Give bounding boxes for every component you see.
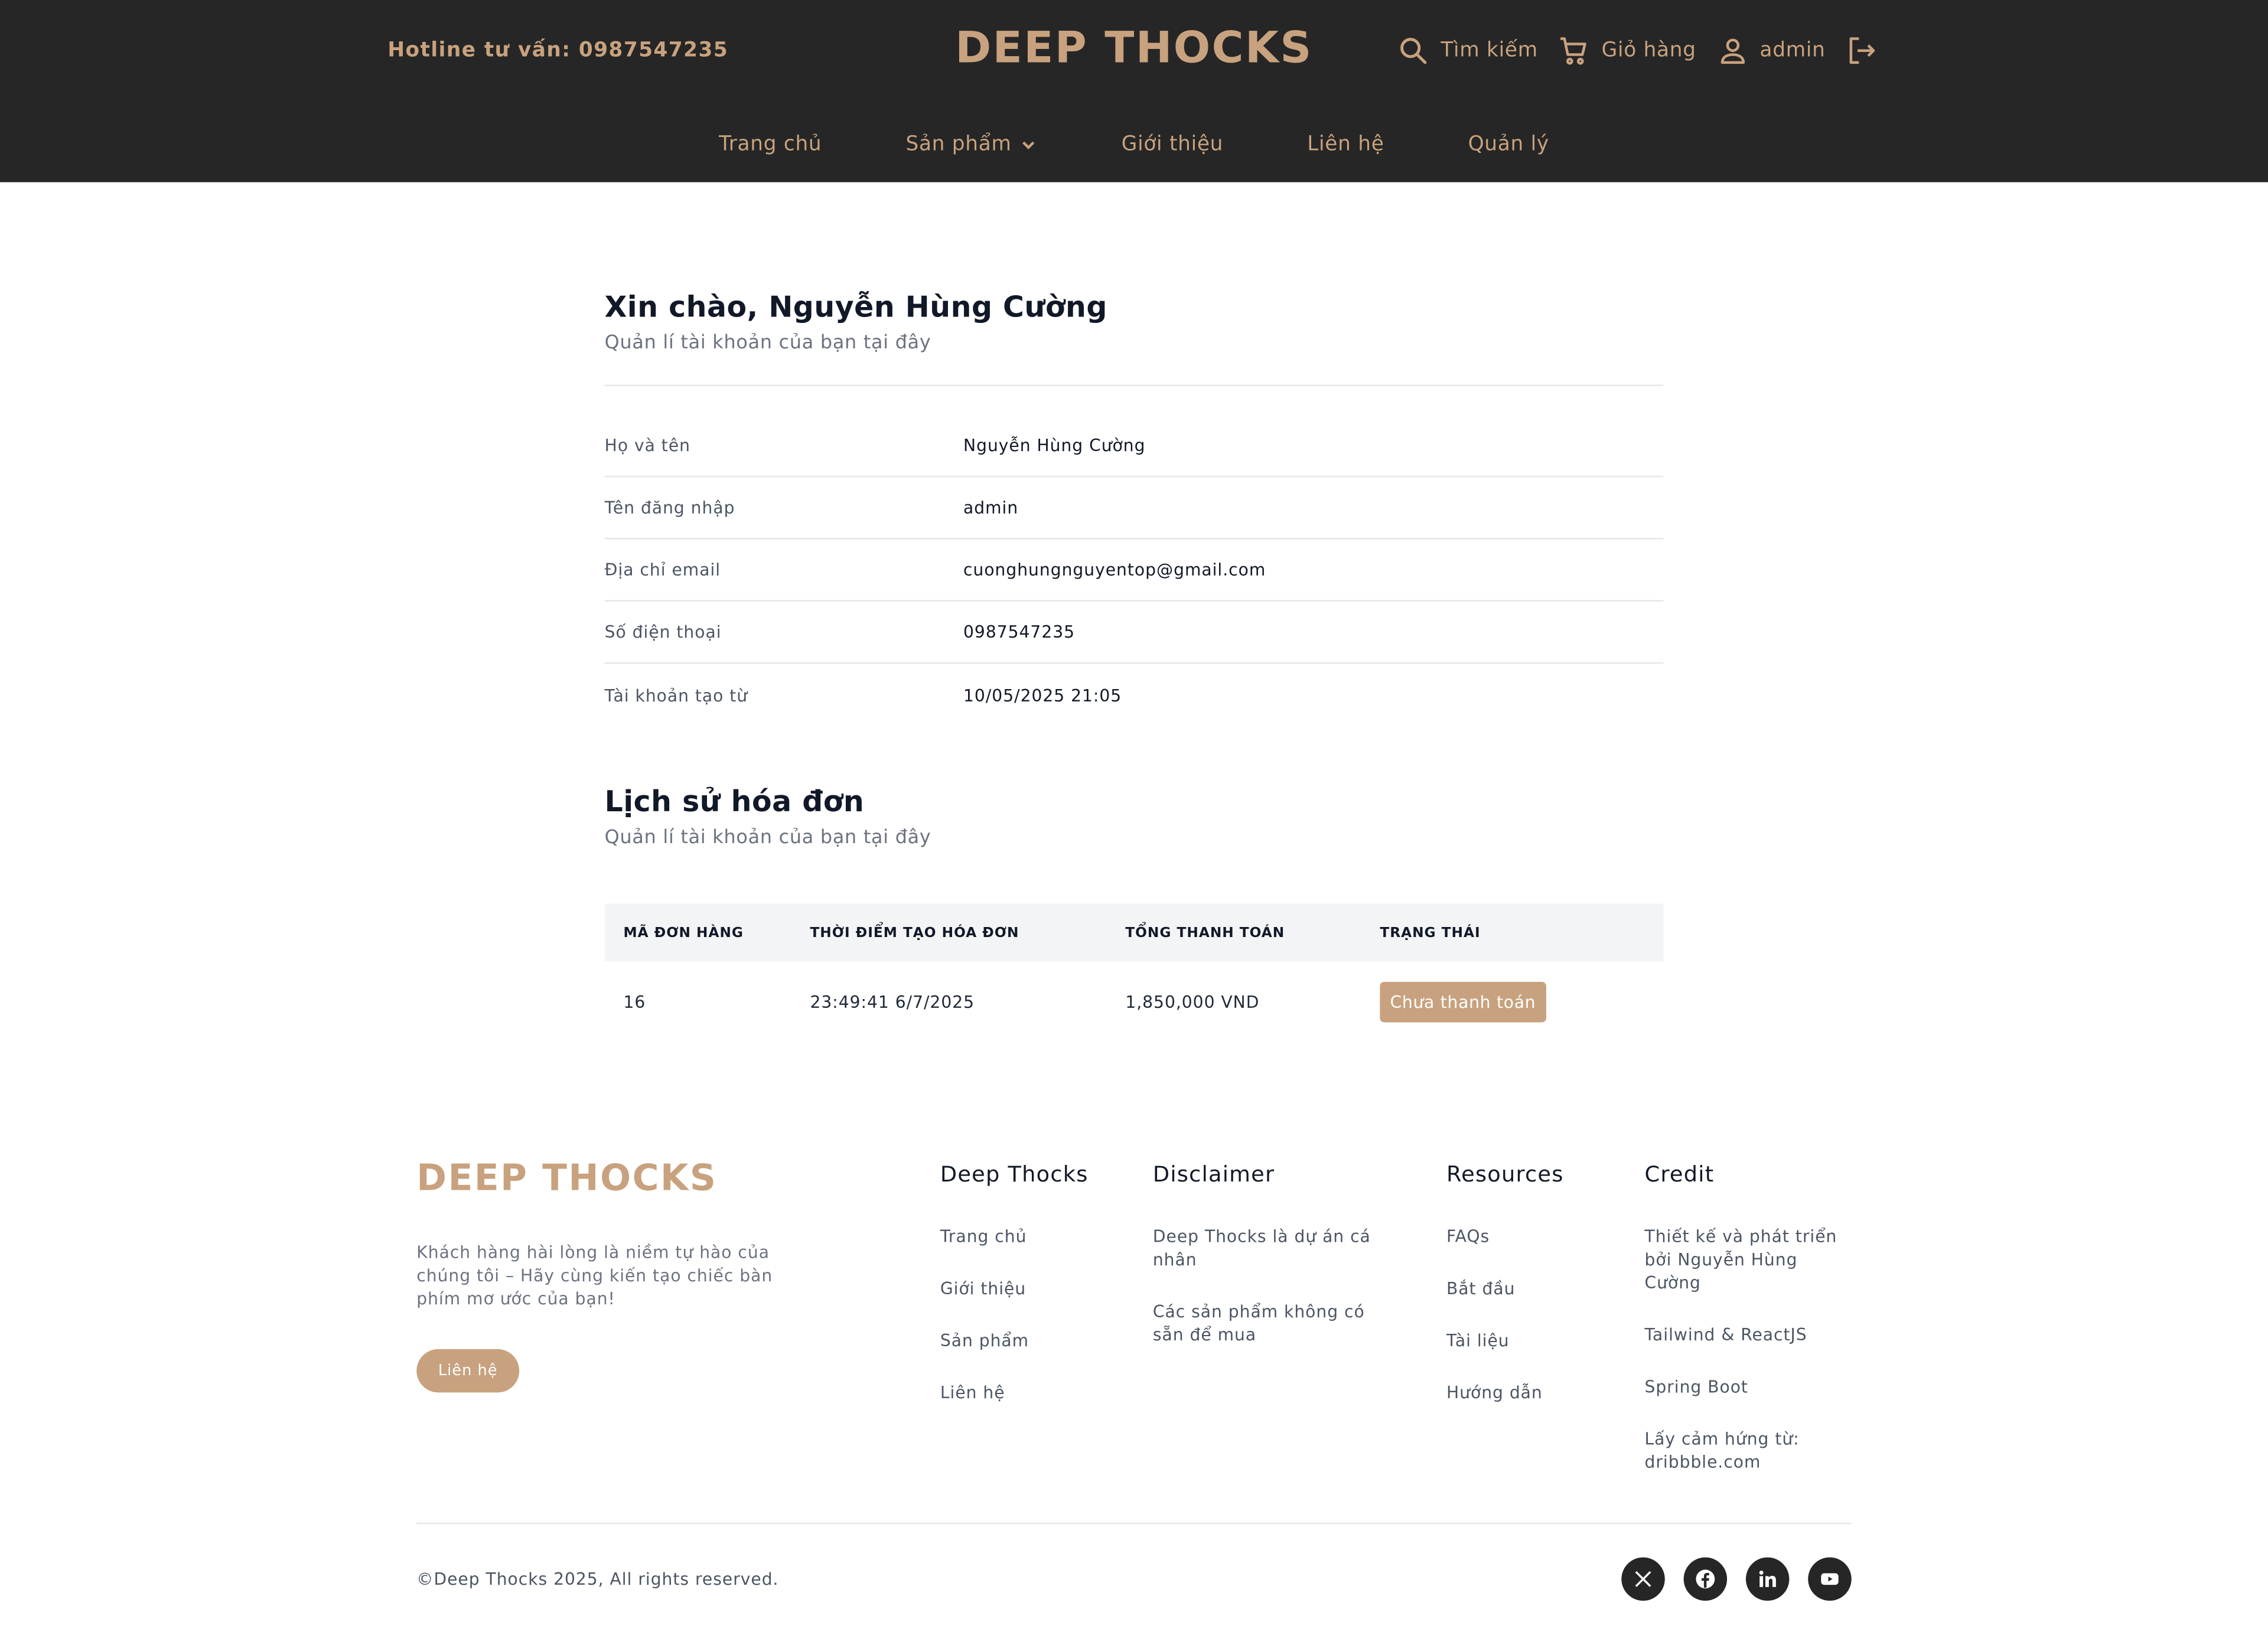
facebook-link[interactable] <box>1683 1557 1728 1601</box>
info-value: 0987547235 <box>963 622 1076 642</box>
status-badge[interactable]: Chưa thanh toán <box>1380 981 1546 1023</box>
site-header: Hotline tư vấn: 0987547235 DEEP THOCKS T… <box>0 0 2268 182</box>
nav-item-products-label: Sản phẩm <box>905 133 1012 156</box>
footer-column-deep-thocks: Deep Thocks Trang chủ Giới thiệu Sản phẩ… <box>940 1161 1089 1433</box>
order-time: 23:49:41 6/7/2025 <box>810 992 975 1013</box>
info-label: Địa chỉ email <box>604 559 721 580</box>
info-row-email: Địa chỉ email cuonghungnguyentop@gmail.c… <box>604 539 1664 602</box>
order-history-title: Lịch sử hóa đơn <box>604 784 865 819</box>
footer-column-resources: Resources FAQs Bắt đầu Tài liệu Hướng dẫ… <box>1446 1161 1564 1433</box>
order-id: 16 <box>623 992 646 1013</box>
nav-item-products[interactable]: Sản phẩm <box>905 133 1037 156</box>
nav-item-home[interactable]: Trang chủ <box>719 133 822 156</box>
order-history-subtitle: Quản lí tài khoản của bạn tại đây <box>604 827 931 849</box>
footer-link[interactable]: Liên hệ <box>940 1381 1089 1404</box>
footer-divider <box>416 1522 1852 1525</box>
order-table: MÃ ĐƠN HÀNG THỜI ĐIỂM TẠO HÓA ĐƠN TỔNG T… <box>604 903 1664 1043</box>
info-label: Tài khoản tạo từ <box>604 684 748 705</box>
social-links <box>1621 1557 1852 1601</box>
copyright: ©Deep Thocks 2025, All rights reserved. <box>416 1569 779 1589</box>
footer-link[interactable]: Sản phẩm <box>940 1329 1089 1352</box>
section-divider <box>604 384 1664 386</box>
info-label: Tên đăng nhập <box>604 497 735 518</box>
footer-column-credit: Credit Thiết kế và phát triển bởi Nguyễn… <box>1645 1161 1852 1503</box>
youtube-link[interactable] <box>1808 1557 1852 1601</box>
nav-item-contact[interactable]: Liên hệ <box>1307 133 1384 156</box>
column-header: MÃ ĐƠN HÀNG <box>623 925 744 941</box>
account-info-list: Họ và tên Nguyễn Hùng Cường Tên đăng nhậ… <box>604 415 1664 726</box>
column-header: THỜI ĐIỂM TẠO HÓA ĐƠN <box>810 925 1019 941</box>
footer-column-title: Resources <box>1446 1161 1564 1187</box>
linkedin-link[interactable] <box>1745 1557 1790 1601</box>
youtube-icon <box>1821 1573 1839 1585</box>
footer-text: Spring Boot <box>1644 1376 1748 1397</box>
search-button[interactable]: Tìm kiếm <box>1397 35 1538 67</box>
greeting-title: Xin chào, Nguyễn Hùng Cường <box>604 289 1107 324</box>
info-row-created: Tài khoản tạo từ 10/05/2025 21:05 <box>605 664 1664 726</box>
logout-button[interactable] <box>1846 35 1878 67</box>
info-label: Số điện thoại <box>604 622 722 642</box>
footer-text: Các sản phẩm không có sẵn để mua <box>1152 1301 1365 1345</box>
footer-column-disclaimer: Disclaimer Deep Thocks là dự án cá nhân … <box>1153 1161 1384 1375</box>
greeting-subtitle: Quản lí tài khoản của bạn tại đây <box>604 332 931 355</box>
info-row-username: Tên đăng nhập admin <box>604 477 1664 540</box>
info-value: cuonghungnguyentop@gmail.com <box>963 559 1266 580</box>
footer-text: Tailwind & ReactJS <box>1644 1324 1807 1345</box>
footer-column-title: Deep Thocks <box>940 1161 1089 1187</box>
cart-icon <box>1560 37 1587 65</box>
x-icon <box>1635 1571 1651 1587</box>
x-link[interactable] <box>1621 1557 1665 1601</box>
footer-link[interactable]: Lấy cảm hứng từ: dribbble.com <box>1645 1427 1852 1473</box>
footer-link[interactable]: Trang chủ <box>940 1225 1089 1248</box>
main-nav: Trang chủ Sản phẩm Giới thiệu Liên hệ Qu… <box>0 133 2268 156</box>
user-account-button[interactable]: admin <box>1716 35 1826 67</box>
order-table-header: MÃ ĐƠN HÀNG THỜI ĐIỂM TẠO HÓA ĐƠN TỔNG T… <box>604 903 1664 962</box>
column-header: TỔNG THANH TOÁN <box>1125 925 1285 941</box>
info-label: Họ và tên <box>604 435 690 456</box>
footer-link[interactable]: FAQs <box>1446 1225 1564 1248</box>
footer-column-title: Disclaimer <box>1152 1161 1275 1187</box>
order-history-section: Lịch sử hóa đơn Quản lí tài khoản của bạ… <box>604 784 1664 1043</box>
linkedin-icon <box>1759 1571 1776 1587</box>
search-icon <box>1400 38 1427 64</box>
nav-item-about[interactable]: Giới thiệu <box>1122 133 1223 156</box>
footer-logo[interactable]: DEEP THOCKS <box>416 1157 717 1199</box>
footer-link[interactable]: Bắt đầu <box>1446 1277 1564 1300</box>
nav-item-admin[interactable]: Quản lý <box>1468 133 1549 156</box>
site-logo[interactable]: DEEP THOCKS <box>0 23 2268 74</box>
cart-label: Giỏ hàng <box>1601 39 1696 63</box>
account-page: Xin chào, Nguyễn Hùng Cường Quản lí tài … <box>604 289 1664 1043</box>
footer-contact-button[interactable]: Liên hệ <box>416 1349 520 1393</box>
logout-icon <box>1849 37 1875 64</box>
user-label: admin <box>1759 39 1826 63</box>
info-row-fullname: Họ và tên Nguyễn Hùng Cường <box>604 415 1664 478</box>
user-icon <box>1720 38 1745 64</box>
footer-column-title: Credit <box>1644 1161 1715 1187</box>
order-status-cell: Chưa thanh toán <box>1380 981 1663 1023</box>
chevron-down-icon <box>1022 141 1035 149</box>
footer-text: Thiết kế và phát triển bởi Nguyễn Hùng C… <box>1644 1226 1837 1293</box>
info-value: 10/05/2025 21:05 <box>963 684 1122 705</box>
column-header: TRẠNG THÁI <box>1380 925 1481 941</box>
footer-link[interactable]: Tài liệu <box>1446 1329 1564 1352</box>
footer-description: Khách hàng hài lòng là niềm tự hào của c… <box>416 1242 773 1309</box>
cart-button[interactable]: Giỏ hàng <box>1558 35 1696 67</box>
footer-text: Deep Thocks là dự án cá nhân <box>1152 1226 1371 1270</box>
table-row[interactable]: 16 23:49:41 6/7/2025 1,850,000 VND Chưa … <box>605 962 1664 1043</box>
footer-link[interactable]: Hướng dẫn <box>1446 1381 1564 1404</box>
header-actions: Tìm kiếm Giỏ hàng admin <box>1397 35 1878 67</box>
facebook-icon <box>1696 1569 1715 1589</box>
search-label: Tìm kiếm <box>1441 39 1538 63</box>
order-total: 1,850,000 VND <box>1125 992 1260 1013</box>
info-value: Nguyễn Hùng Cường <box>963 435 1146 456</box>
info-value: admin <box>963 497 1019 518</box>
footer-link[interactable]: Giới thiệu <box>940 1277 1089 1300</box>
info-row-phone: Số điện thoại 0987547235 <box>604 602 1664 664</box>
